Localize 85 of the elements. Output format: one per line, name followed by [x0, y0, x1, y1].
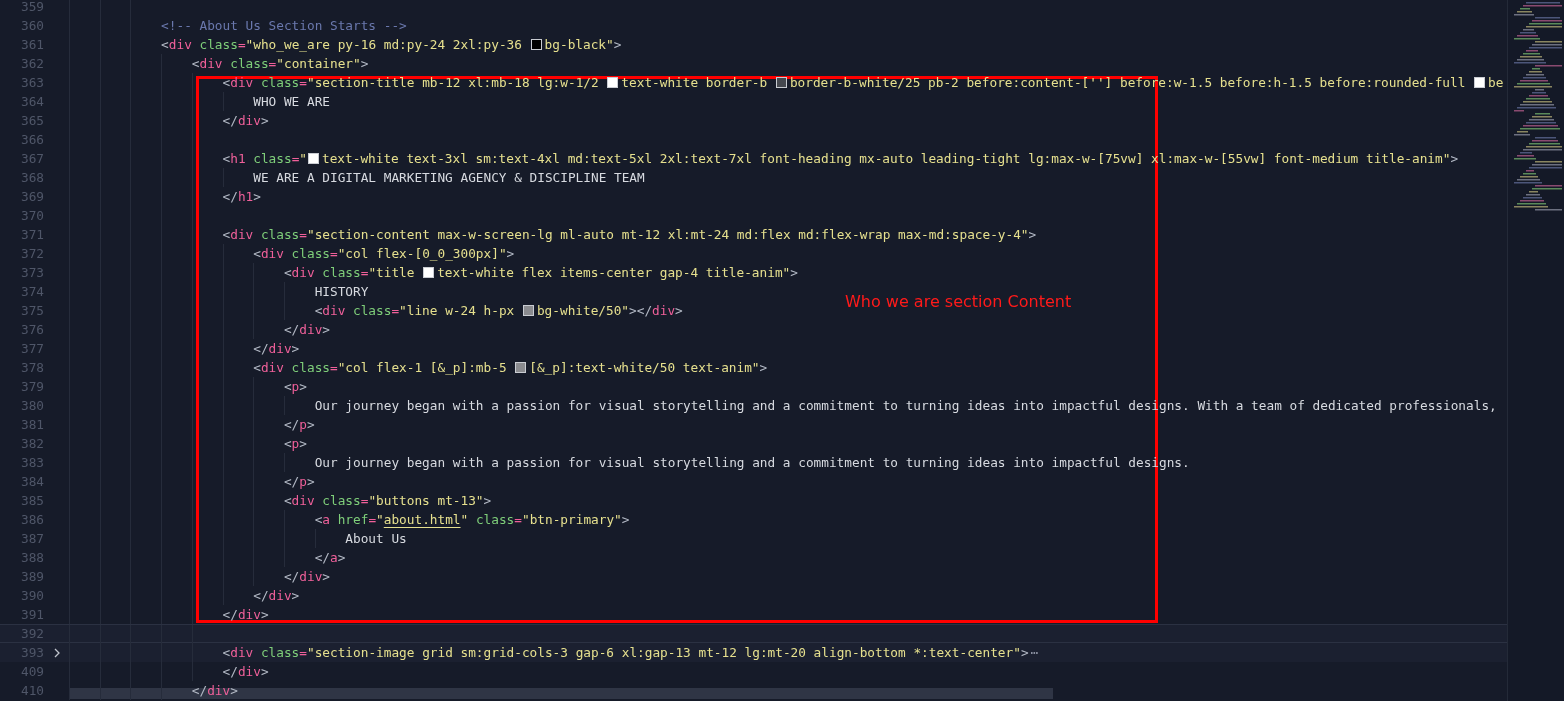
line-number: 385 — [19, 492, 44, 510]
code-text: <div class="col flex-1 [&_p]:mb-5 — [253, 359, 508, 377]
code-text: WE ARE A DIGITAL MARKETING AGENCY & DISCIPLINE TEAM — [253, 169, 645, 187]
code-text: </div> — [222, 112, 269, 130]
line-number: 387 — [19, 530, 44, 548]
line-number: 381 — [19, 416, 44, 434]
code-text: <div class="buttons mt-13"> — [283, 492, 492, 510]
line-number: 382 — [19, 435, 44, 453]
line-number: 372 — [19, 245, 44, 263]
code-text: text-white border-b — [621, 74, 769, 92]
code-text: <div class="line w-24 h-px — [314, 302, 516, 320]
line-number: 392 — [19, 625, 44, 642]
code-text: <div class="col flex-[0_0_300px]"> — [253, 245, 515, 263]
line-number: 379 — [19, 378, 44, 396]
code-text: WHO WE ARE — [253, 93, 330, 111]
code-text: </div> — [253, 587, 300, 605]
line-number: 388 — [19, 549, 44, 567]
line-number: 390 — [19, 587, 44, 605]
code-text: be — [1488, 74, 1504, 92]
line-number: 373 — [19, 264, 44, 282]
line-number: 380 — [19, 397, 44, 415]
code-text: </div> — [191, 682, 238, 700]
code-text: </div> — [222, 663, 269, 681]
line-number: 389 — [19, 568, 44, 586]
code-text: </p> — [283, 416, 315, 434]
code-text: </a> — [314, 549, 346, 567]
color-swatch[interactable] — [1474, 77, 1486, 88]
line-number: 364 — [19, 93, 44, 111]
line-number: 383 — [19, 454, 44, 472]
code-text: <p> — [283, 378, 307, 396]
code-text: <div class="section-title mb-12 xl:mb-18 lg:w-1/2 — [222, 74, 600, 92]
line-number: 369 — [19, 188, 44, 206]
code-text: </h1> — [222, 188, 261, 206]
code-text: bg-white/50"></div> — [536, 302, 683, 320]
line-number: 370 — [19, 207, 44, 225]
line-number: 384 — [19, 473, 44, 491]
code-text: </div> — [283, 568, 330, 586]
line-number: 367 — [19, 150, 44, 168]
line-number: 374 — [19, 283, 44, 301]
code-text: </p> — [283, 473, 315, 491]
line-number: 409 — [19, 663, 44, 681]
code-comment: <!-- About Us Section Starts --> — [161, 17, 407, 35]
annotation-label: Who we are section Content — [845, 292, 1072, 311]
line-number: 378 — [19, 359, 44, 377]
line-number: 386 — [19, 511, 44, 529]
line-number: 366 — [19, 131, 44, 149]
code-text: <div class="who_we_are py-16 md:py-24 2xl:py-36 — [161, 36, 523, 54]
color-swatch[interactable] — [607, 77, 619, 88]
color-swatch[interactable] — [522, 305, 534, 316]
code-text: <p> — [283, 435, 307, 453]
line-number: 359 — [19, 0, 44, 16]
line-number: 371 — [19, 226, 44, 244]
color-swatch[interactable] — [515, 362, 527, 373]
code-text: <div class="title — [283, 264, 416, 282]
code-text: text-white flex items-center gap-4 title-anim"> — [437, 264, 798, 282]
line-number: 375 — [19, 302, 44, 320]
code-text: </div> — [253, 340, 300, 358]
code-text: bg-black"> — [544, 36, 622, 54]
folded-code-marker[interactable]: ⋯ — [1030, 643, 1039, 662]
line-number: 363 — [19, 74, 44, 92]
line-number: 410 — [19, 682, 44, 700]
fold-chevron-icon[interactable] — [53, 647, 60, 658]
code-text: [&_p]:text-white/50 text-anim"> — [529, 359, 768, 377]
code-text: <div class="section-image grid sm:grid-cols-3 gap-6 xl:gap-13 mt-12 lg:mt-20 align-bottom *:text-center"> — [222, 644, 1029, 662]
line-number: 362 — [19, 55, 44, 73]
line-number: 391 — [19, 606, 44, 624]
color-swatch[interactable] — [775, 77, 787, 88]
line-number: 393 — [19, 644, 44, 662]
color-swatch[interactable] — [423, 267, 435, 278]
code-text: <h1 class=" — [222, 150, 307, 168]
code-text: <div class="container"> — [191, 55, 369, 73]
line-number: 368 — [19, 169, 44, 187]
line-number: 376 — [19, 321, 44, 339]
code-text: <a href="about.html" class="btn-primary"> — [314, 511, 630, 529]
line-number: 365 — [19, 112, 44, 130]
line-number: 361 — [19, 36, 44, 54]
line-number: 377 — [19, 340, 44, 358]
code-text: About Us — [345, 530, 407, 548]
color-swatch[interactable] — [308, 153, 319, 164]
color-swatch[interactable] — [530, 39, 542, 50]
code-text: HISTORY — [314, 283, 369, 301]
code-text: <div class="section-content max-w-screen-lg ml-auto mt-12 xl:mt-24 md:flex md:flex-wrap max-md:space-y-4"> — [222, 226, 1037, 244]
code-text: </div> — [222, 606, 269, 624]
line-number: 360 — [19, 17, 44, 35]
code-text: </div> — [283, 321, 330, 339]
